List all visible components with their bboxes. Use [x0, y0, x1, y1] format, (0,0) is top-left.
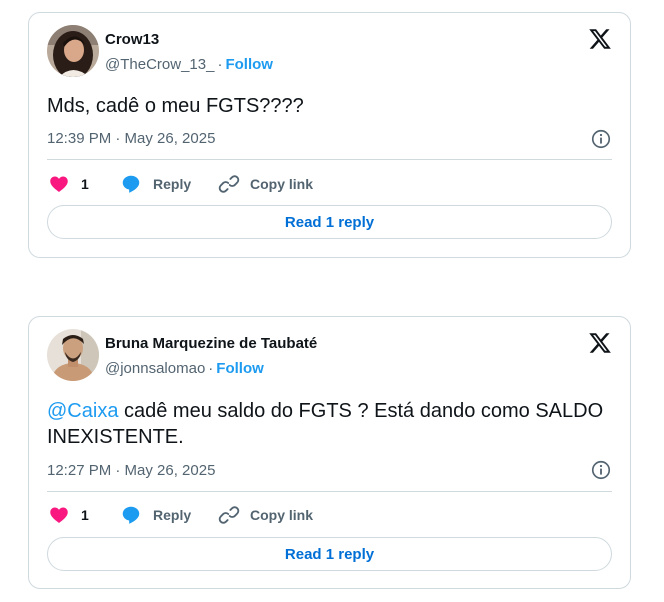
heart-icon [50, 176, 68, 192]
tweet-text: Mds, cadê o meu FGTS???? [47, 93, 607, 119]
timestamp[interactable]: 12:27 PM · May 26, 2025 [47, 462, 215, 479]
reply-button[interactable]: Reply [120, 502, 191, 528]
mention-link[interactable]: @Caixa [47, 400, 118, 422]
action-bar: 1 Reply Copy link [47, 502, 612, 528]
copy-link-label: Copy link [250, 507, 314, 523]
copy-link-button[interactable]: Copy link [218, 171, 313, 197]
profile-photo-man-icon [47, 329, 99, 381]
copy-link-button[interactable]: Copy link [218, 502, 313, 528]
x-logo-icon[interactable] [588, 331, 612, 355]
profile-photo-woman-icon [47, 25, 99, 77]
x-logo-icon[interactable] [588, 27, 612, 51]
avatar[interactable] [47, 329, 99, 381]
author-name[interactable]: Bruna Marquezine de Taubaté [105, 335, 317, 352]
reply-button[interactable]: Reply [120, 171, 191, 197]
author-handle[interactable]: @TheCrow_13_ [105, 56, 214, 73]
action-bar: 1 Reply Copy link [47, 171, 612, 197]
divider [47, 491, 612, 492]
speech-bubble-icon [122, 506, 140, 524]
separator-dot: · [208, 360, 214, 377]
like-button[interactable]: 1 [49, 502, 89, 528]
link-icon [218, 175, 240, 193]
speech-bubble-icon [122, 175, 140, 193]
avatar[interactable] [47, 25, 99, 77]
author-handle[interactable]: @jonnsalomao [105, 360, 205, 377]
tweet-card[interactable]: Bruna Marquezine de Taubaté @jonnsalomao… [28, 316, 631, 589]
author-name[interactable]: Crow13 [105, 31, 159, 48]
timestamp[interactable]: 12:39 PM · May 26, 2025 [47, 130, 215, 147]
like-button[interactable]: 1 [49, 171, 89, 197]
divider [47, 159, 612, 160]
handle-row: @jonnsalomao · Follow [105, 360, 264, 377]
tweet-card[interactable]: Crow13 @TheCrow_13_ · Follow Mds, cadê o m… [28, 12, 631, 258]
separator-dot: · [217, 56, 223, 73]
handle-row: @TheCrow_13_ · Follow [105, 56, 273, 73]
like-count: 1 [81, 176, 89, 192]
tweet-body: Mds, cadê o meu FGTS???? [47, 95, 304, 117]
tweet-body: cadê meu saldo do FGTS ? Está dando como… [47, 400, 604, 448]
follow-button[interactable]: Follow [225, 56, 273, 73]
read-replies-button[interactable]: Read 1 reply [47, 537, 612, 571]
info-icon[interactable] [590, 128, 612, 150]
reply-label: Reply [153, 176, 192, 192]
info-icon[interactable] [590, 459, 612, 481]
like-count: 1 [81, 507, 89, 523]
tweet-text: @Caixa cadê meu saldo do FGTS ? Está dan… [47, 398, 607, 450]
read-replies-button[interactable]: Read 1 reply [47, 205, 612, 239]
copy-link-label: Copy link [250, 176, 314, 192]
link-icon [218, 506, 240, 524]
follow-button[interactable]: Follow [216, 360, 264, 377]
reply-label: Reply [153, 507, 192, 523]
heart-icon [50, 507, 68, 523]
